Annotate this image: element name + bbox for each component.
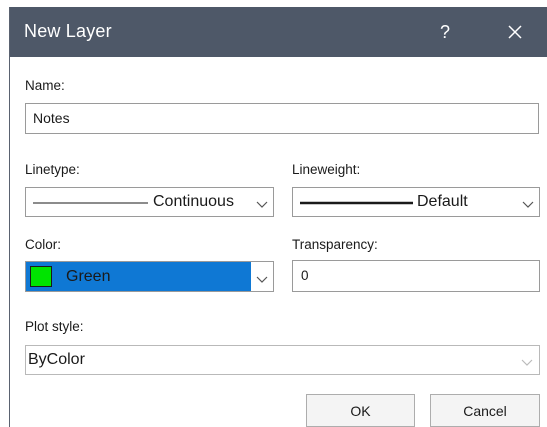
linetype-preview-line (33, 202, 148, 204)
cancel-button[interactable]: Cancel (430, 394, 540, 427)
help-icon: ? (439, 21, 450, 42)
color-dropdown[interactable]: Green (25, 261, 274, 292)
chevron-down-icon (522, 201, 534, 208)
lineweight-value: Default (417, 193, 468, 210)
title-bar[interactable]: New Layer ? (10, 7, 547, 57)
color-value: Green (66, 268, 111, 285)
transparency-value: 0 (301, 268, 309, 283)
linetype-value: Continuous (153, 193, 234, 210)
plot-style-label: Plot style: (25, 319, 84, 334)
close-icon (508, 25, 522, 39)
plot-style-value: ByColor (28, 351, 85, 368)
name-input-value: Notes (33, 110, 70, 126)
chevron-down-icon (521, 359, 533, 366)
transparency-input[interactable]: 0 (292, 260, 540, 292)
lineweight-label: Lineweight: (292, 162, 361, 177)
chevron-down-icon (256, 276, 268, 283)
transparency-label: Transparency: (292, 237, 378, 252)
dialog-title: New Layer (24, 21, 112, 41)
ok-button[interactable]: OK (306, 394, 415, 427)
help-button[interactable]: ? (422, 7, 468, 57)
color-label: Color: (25, 237, 62, 252)
name-label: Name: (25, 78, 65, 93)
plot-style-dropdown[interactable]: ByColor (25, 345, 540, 375)
name-input[interactable]: Notes (25, 103, 539, 134)
linetype-dropdown[interactable]: Continuous (25, 187, 274, 217)
close-button[interactable] (492, 7, 538, 57)
lineweight-dropdown[interactable]: Default (292, 187, 540, 217)
color-swatch (30, 266, 52, 287)
color-selection-highlight (26, 262, 251, 291)
lineweight-preview-line (300, 201, 413, 205)
linetype-label: Linetype: (25, 162, 80, 177)
new-layer-dialog: New Layer ? Name: Notes Linetype: Contin… (9, 7, 547, 427)
chevron-down-icon (256, 201, 268, 208)
